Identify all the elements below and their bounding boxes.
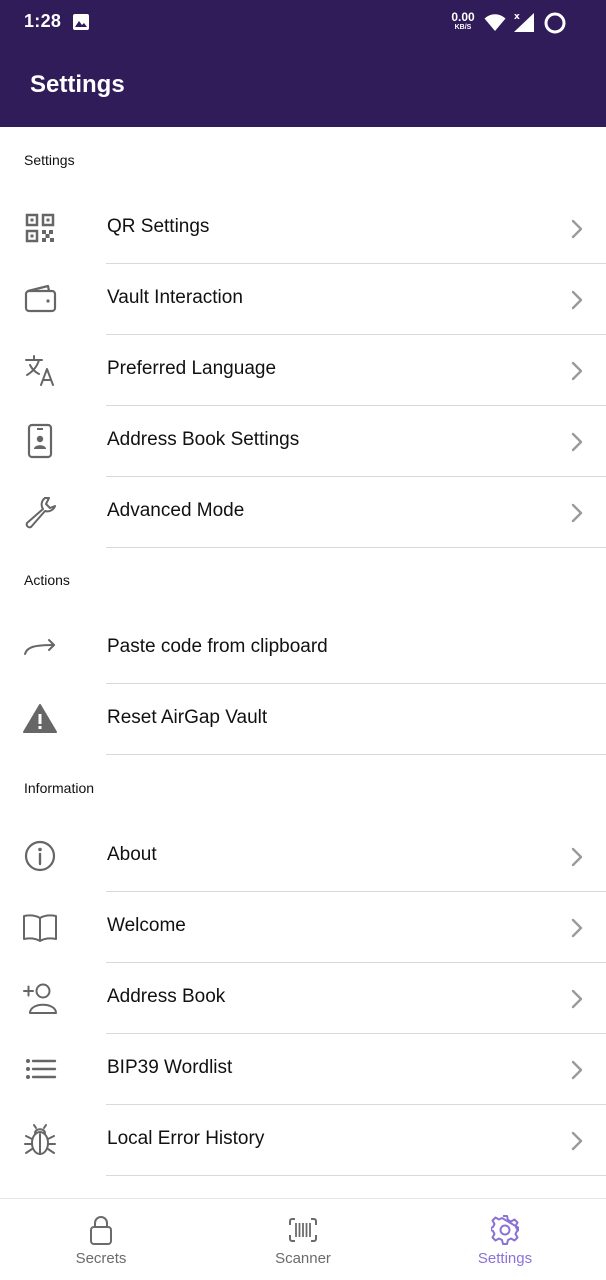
chevron-right-icon <box>569 431 585 453</box>
settings-item-advanced-mode[interactable]: Advanced Mode <box>0 477 606 548</box>
tab-secrets[interactable]: Secrets <box>0 1199 202 1280</box>
app-header: Settings <box>0 46 606 127</box>
info-item-welcome[interactable]: Welcome <box>0 892 606 963</box>
book-icon <box>22 909 58 945</box>
battery-circle-icon <box>543 11 567 40</box>
action-item-reset-vault[interactable]: Reset AirGap Vault <box>0 684 606 755</box>
action-item-label: Paste code from clipboard <box>107 636 328 657</box>
chevron-right-icon <box>569 917 585 939</box>
info-item-bip39-wordlist[interactable]: BIP39 Wordlist <box>0 1034 606 1105</box>
section-label-actions: Actions <box>24 572 70 588</box>
image-notification-icon <box>72 13 90 36</box>
info-icon <box>22 838 58 874</box>
wrench-icon <box>22 494 58 530</box>
item-divider <box>106 754 606 755</box>
add-person-icon <box>22 980 58 1016</box>
chevron-right-icon <box>569 289 585 311</box>
network-speed-value: 0.00 <box>451 10 475 24</box>
list-icon <box>22 1051 58 1087</box>
chevron-right-icon <box>569 846 585 868</box>
section-label-information: Information <box>24 780 95 796</box>
settings-item-label: Advanced Mode <box>107 500 245 521</box>
translate-icon <box>22 352 58 388</box>
cell-signal-icon: x <box>512 11 536 38</box>
qr-code-icon <box>22 210 58 246</box>
item-divider <box>106 1175 606 1176</box>
info-item-label: Welcome <box>107 915 186 936</box>
lock-icon <box>87 1215 115 1245</box>
info-item-address-book[interactable]: Address Book <box>0 963 606 1034</box>
info-item-label: Local Error History <box>107 1128 265 1149</box>
chevron-right-icon <box>569 988 585 1010</box>
info-item-local-error-history[interactable]: Local Error History <box>0 1105 606 1176</box>
tab-label: Scanner <box>275 1250 331 1267</box>
network-speed: 0.00 KB/S <box>450 11 476 31</box>
settings-list[interactable]: Settings QR Settings Vault Interaction P… <box>0 127 606 1198</box>
section-label-settings: Settings <box>24 152 75 168</box>
settings-item-vault-interaction[interactable]: Vault Interaction <box>0 264 606 335</box>
bottom-tab-bar: Secrets Scanner Settings <box>0 1198 606 1280</box>
chevron-right-icon <box>569 1059 585 1081</box>
svg-text:x: x <box>514 12 520 22</box>
settings-item-label: QR Settings <box>107 216 210 237</box>
settings-item-address-book-settings[interactable]: Address Book Settings <box>0 406 606 477</box>
settings-item-label: Vault Interaction <box>107 287 243 308</box>
chevron-right-icon <box>569 502 585 524</box>
app-root: 1:28 0.00 KB/S x Settings Settings QR Se… <box>0 0 606 1280</box>
warning-icon <box>22 701 58 737</box>
tab-label: Secrets <box>75 1250 127 1267</box>
bug-icon <box>22 1122 58 1158</box>
wifi-icon <box>484 12 506 37</box>
chevron-right-icon <box>569 1130 585 1152</box>
status-time: 1:28 <box>24 11 62 31</box>
action-item-label: Reset AirGap Vault <box>107 707 268 728</box>
tab-settings[interactable]: Settings <box>404 1199 606 1280</box>
info-item-label: Address Book <box>107 986 226 1007</box>
page-title: Settings <box>30 71 125 98</box>
item-divider <box>106 547 606 548</box>
wallet-icon <box>22 281 58 317</box>
gear-icon <box>490 1215 520 1245</box>
settings-item-label: Preferred Language <box>107 358 277 379</box>
action-item-paste-code[interactable]: Paste code from clipboard <box>0 613 606 684</box>
barcode-scanner-icon <box>289 1215 317 1245</box>
settings-item-label: Address Book Settings <box>107 429 300 450</box>
arrow-forward-icon <box>22 630 58 666</box>
settings-item-qr-settings[interactable]: QR Settings <box>0 193 606 264</box>
settings-item-preferred-language[interactable]: Preferred Language <box>0 335 606 406</box>
chevron-right-icon <box>569 218 585 240</box>
tab-label: Settings <box>477 1250 533 1267</box>
status-bar: 1:28 0.00 KB/S x <box>0 0 606 46</box>
chevron-right-icon <box>569 360 585 382</box>
tab-scanner[interactable]: Scanner <box>202 1199 404 1280</box>
contact-card-icon <box>22 423 58 459</box>
network-speed-unit: KB/S <box>454 24 472 31</box>
info-item-label: BIP39 Wordlist <box>107 1057 233 1078</box>
info-item-about[interactable]: About <box>0 821 606 892</box>
info-item-label: About <box>107 844 157 865</box>
